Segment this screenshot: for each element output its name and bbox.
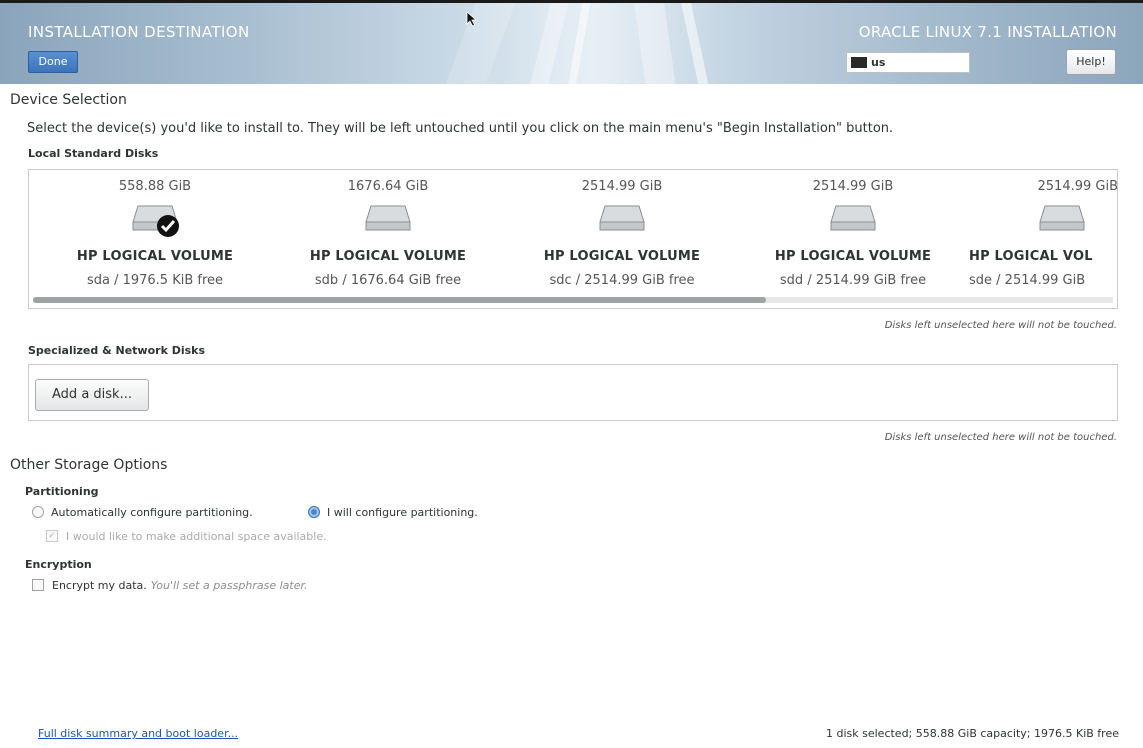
radio-button[interactable] [32,506,44,518]
header-light-ray [567,3,591,84]
scrollbar-thumb[interactable] [33,297,766,303]
encryption-label: Encryption [25,558,92,571]
disk-size: 1676.64 GiB [347,179,429,194]
hard-disk-icon [830,205,876,231]
disk-free-space: sdd / 2514.99 GiB free [779,273,927,288]
hard-disk-icon [599,205,645,231]
disk-size: 2514.99 GiB [1037,179,1118,194]
disk-model: HP LOGICAL VOLUME [76,249,234,264]
disk-model: HP LOGICAL VOLUME [309,249,467,264]
header-bar: INSTALLATION DESTINATION ORACLE LINUX 7.… [0,0,1143,84]
header-light-ray [444,3,516,84]
disk-size: 2514.99 GiB [812,179,894,194]
checkbox[interactable] [32,579,44,591]
manual-partition-option[interactable]: I will configure partitioning. [308,506,478,519]
spoke-title: INSTALLATION DESTINATION [28,23,250,41]
local-disks-label: Local Standard Disks [28,147,159,160]
local-disks-list: 558.88 GiB HP LOGICAL VOLUME sda / 1976.… [28,169,1118,309]
disk-model: HP LOGICAL VOLUME [774,249,932,264]
device-selection-description: Select the device(s) you'd like to insta… [27,121,894,136]
done-button[interactable]: Done [28,51,78,73]
additional-space-label: I would like to make additional space av… [66,530,327,543]
disk-model: HP LOGICAL VOLUME [543,249,701,264]
selection-status: 1 disk selected; 558.88 GiB capacity; 19… [825,727,1119,740]
encrypt-hint: You'll set a passphrase later. [150,579,308,592]
header-light-ray [634,3,676,84]
other-storage-title: Other Storage Options [10,457,168,473]
mouse-cursor-icon [466,11,478,27]
radio-button-selected[interactable] [308,506,320,518]
keyboard-icon [851,56,867,68]
local-disks-note: Disks left unselected here will not be t… [884,320,1117,331]
manual-partition-label: I will configure partitioning. [327,506,478,519]
network-disks-note: Disks left unselected here will not be t… [884,432,1117,443]
disk-model: HP LOGICAL VOL [969,249,1093,264]
disk-free-space: sdc / 2514.99 GiB free [549,273,695,288]
disks-horizontal-scrollbar[interactable] [33,297,1113,303]
network-disks-label: Specialized & Network Disks [28,344,206,357]
partitioning-label: Partitioning [25,485,99,498]
checkbox-checked-disabled: ✓ [46,530,58,542]
encrypt-option[interactable]: Encrypt my data. You'll set a passphrase … [32,579,307,592]
additional-space-option: ✓ I would like to make additional space a… [46,530,327,543]
disk-free-space: sde / 2514.99 GiB [969,273,1086,288]
auto-partition-label: Automatically configure partitioning. [51,506,253,519]
device-selection-title: Device Selection [10,92,127,108]
help-button[interactable]: Help! [1066,49,1116,75]
keyboard-layout-label: us [871,56,886,69]
product-title: ORACLE LINUX 7.1 INSTALLATION [858,23,1117,41]
header-light-ray [681,3,709,84]
header-light-ray [529,3,569,84]
disk-free-space: sdb / 1676.64 GiB free [314,273,462,288]
disk-size: 2514.99 GiB [581,179,663,194]
disk-free-space: sda / 1976.5 KiB free [86,273,224,288]
disk-size: 558.88 GiB [118,179,192,194]
keyboard-layout-indicator[interactable]: us [846,52,970,73]
hard-disk-icon [1039,205,1085,231]
auto-partition-option[interactable]: Automatically configure partitioning. [32,506,253,519]
encrypt-label: Encrypt my data. [52,579,147,592]
selected-check-icon [157,215,179,237]
network-disks-list: Add a disk... [28,364,1118,421]
hard-disk-icon [365,205,411,231]
full-disk-summary-link[interactable]: Full disk summary and boot loader... [38,727,238,740]
add-disk-button[interactable]: Add a disk... [35,379,149,411]
